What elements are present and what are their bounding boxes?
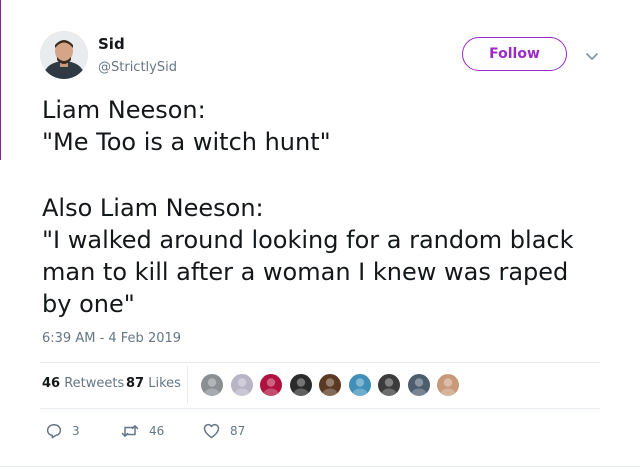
user-avatar-9[interactable] [436, 373, 460, 397]
user-avatar-1[interactable] [200, 373, 224, 397]
divider [40, 362, 600, 363]
stats-separator [187, 366, 188, 404]
user-avatar-5[interactable] [318, 373, 342, 397]
tweet-text-line: Liam Neeson: [42, 96, 206, 124]
chevron-down-icon[interactable] [584, 48, 600, 60]
user-avatar-8[interactable] [407, 373, 431, 397]
reply-button[interactable]: 3 [46, 423, 80, 439]
user-avatar-2[interactable] [230, 373, 254, 397]
likes-stat[interactable]: 87 Likes [126, 376, 181, 391]
reply-icon [46, 424, 62, 439]
tweet-text-line: Also Liam Neeson: [42, 194, 264, 222]
reply-count: 3 [72, 424, 80, 438]
likes-count: 87 [126, 376, 145, 391]
user-handle[interactable]: @StrictlySid [98, 60, 177, 75]
like-button[interactable]: 87 [203, 423, 245, 439]
retweets-label: Retweets [64, 376, 125, 391]
left-edge-rule [0, 0, 1, 160]
user-avatar-7[interactable] [377, 373, 401, 397]
retweets-count: 46 [42, 376, 61, 391]
bottom-rule [0, 466, 640, 467]
retweet-icon [121, 425, 139, 437]
retweet-button[interactable]: 46 [121, 423, 164, 439]
tweet-text-line: by one" [42, 290, 135, 318]
user-avatar-4[interactable] [289, 373, 313, 397]
avatar[interactable] [40, 31, 88, 79]
heart-icon [203, 423, 220, 439]
likes-label: Likes [148, 376, 181, 391]
divider [40, 408, 600, 409]
retweets-stat[interactable]: 46 Retweets [42, 376, 124, 391]
tweet-text-line: "Me Too is a witch hunt" [42, 128, 331, 156]
tweet-text-line: "I walked around looking for a random bl… [42, 226, 574, 254]
avatar-image [40, 31, 88, 79]
retweet-count: 46 [149, 424, 165, 438]
tweet-text-line: man to kill after a woman I knew was rap… [42, 258, 569, 286]
user-name[interactable]: Sid [98, 35, 125, 53]
tweet-timestamp[interactable]: 6:39 AM - 4 Feb 2019 [42, 331, 181, 346]
user-avatar-3[interactable] [259, 373, 283, 397]
follow-button[interactable]: Follow [462, 37, 567, 71]
user-avatar-6[interactable] [348, 373, 372, 397]
like-count: 87 [230, 424, 246, 438]
